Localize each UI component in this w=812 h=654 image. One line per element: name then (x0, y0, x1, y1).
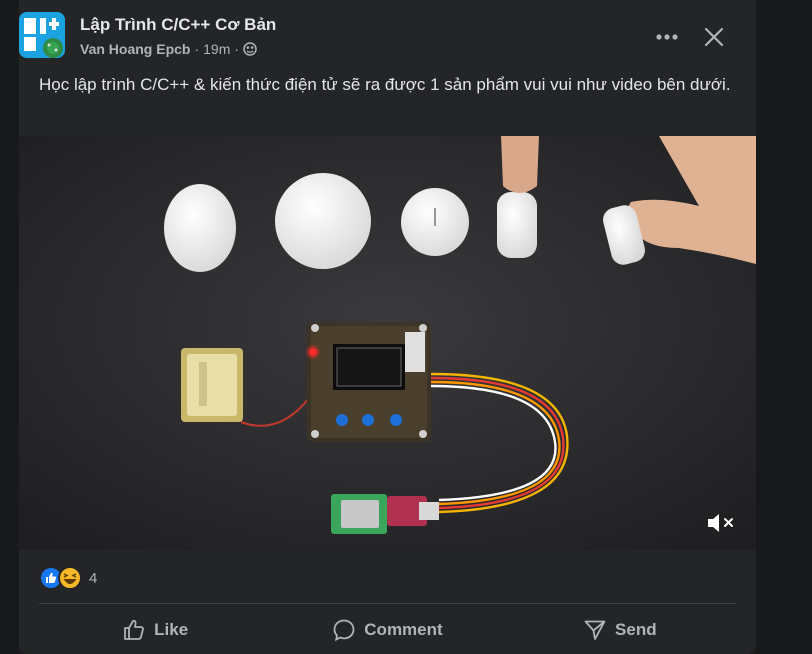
reaction-count: 4 (89, 569, 98, 587)
close-icon (704, 27, 724, 47)
globe-icon (243, 42, 257, 56)
like-label: Like (154, 620, 189, 639)
video-frame (19, 136, 756, 550)
meta-separator: · (234, 41, 240, 57)
post-header: Lập Trình C/C++ Cơ Bản Van Hoang Epcb · … (19, 12, 737, 62)
comment-bubble-icon (333, 619, 355, 642)
haha-reaction-icon (58, 566, 82, 590)
page-background-strip (756, 0, 812, 654)
comment-label: Comment (364, 620, 443, 639)
post-time[interactable]: 19m (203, 41, 230, 57)
like-button[interactable]: Like (39, 608, 271, 652)
actions-divider (39, 603, 736, 604)
send-label: Send (615, 620, 657, 639)
group-avatar[interactable] (19, 12, 65, 58)
meta-separator: · (194, 41, 200, 57)
comment-button[interactable]: Comment (271, 608, 503, 652)
group-name[interactable]: Lập Trình C/C++ Cơ Bản (80, 15, 276, 35)
more-horizontal-icon (656, 34, 678, 40)
author-name[interactable]: Van Hoang Epcb (80, 41, 190, 57)
volume-muted-icon (708, 514, 733, 532)
post-video[interactable] (19, 136, 756, 550)
mute-button[interactable] (700, 508, 740, 538)
close-button[interactable] (697, 20, 731, 54)
more-options-button[interactable] (649, 22, 685, 52)
send-button[interactable]: Send (504, 608, 736, 652)
post-text: Học lập trình C/C++ & kiến thức điện tử … (39, 75, 731, 94)
reaction-icons (39, 566, 82, 590)
post-actions: Like Comment Send (39, 608, 736, 652)
send-icon (584, 620, 606, 640)
reactions-summary[interactable]: 4 (39, 563, 97, 593)
post-meta: Van Hoang Epcb · 19m · (80, 41, 257, 57)
thumbs-up-icon (124, 619, 144, 640)
